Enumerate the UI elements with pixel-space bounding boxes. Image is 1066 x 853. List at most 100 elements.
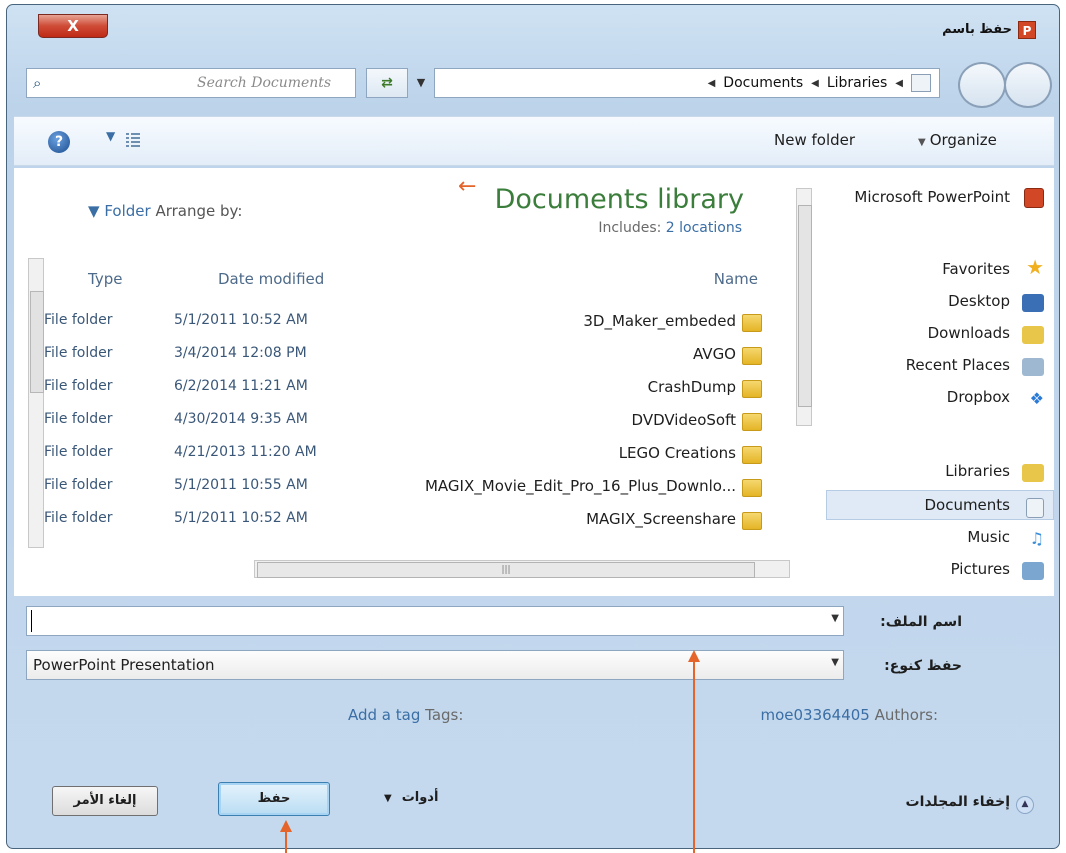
folder-icon xyxy=(742,446,762,464)
folder-icon xyxy=(742,479,762,497)
nav-item-desktop[interactable]: Desktop xyxy=(948,292,1010,310)
scrollbar-thumb[interactable]: ||| xyxy=(257,562,755,578)
close-button[interactable]: X xyxy=(38,14,108,38)
filename-label: اسم الملف: xyxy=(880,614,962,630)
file-type: File folder xyxy=(44,477,113,493)
help-icon[interactable]: ? xyxy=(48,131,70,153)
column-header-type[interactable]: Type xyxy=(88,270,122,288)
scrollbar-thumb[interactable] xyxy=(798,205,812,407)
filename-field[interactable]: ▼ xyxy=(26,606,844,636)
tools-button[interactable]: ▼ أدوات xyxy=(384,790,438,805)
table-row[interactable]: File folder 3/4/2014 12:08 PM AVGO xyxy=(44,341,766,374)
chevron-left-icon[interactable]: ◀ xyxy=(708,78,716,89)
table-row[interactable]: File folder 4/30/2014 9:35 AM DVDVideoSo… xyxy=(44,407,766,440)
file-list: File folder 5/1/2011 10:52 AM 3D_Maker_e… xyxy=(44,308,766,539)
column-header-date-modified[interactable]: Date modified xyxy=(218,270,324,288)
search-placeholder: Search Documents xyxy=(197,75,332,91)
view-options-dropdown[interactable]: ▼ xyxy=(106,129,115,143)
library-title: Documents library xyxy=(494,184,744,215)
chevron-up-icon: ▲ xyxy=(1016,796,1034,814)
includes-label: Includes: xyxy=(598,220,662,236)
table-row[interactable]: File folder 5/1/2011 10:52 AM MAGIX_Scre… xyxy=(44,506,766,539)
authors-label: Authors: xyxy=(874,706,938,724)
authors-value[interactable]: moe03364405 xyxy=(760,706,869,724)
arrange-by-dropdown[interactable]: Folder xyxy=(104,202,150,220)
address-bar[interactable]: ◀ Documents ◀ Libraries ◀ xyxy=(434,68,940,98)
table-row[interactable]: File folder 5/1/2011 10:52 AM 3D_Maker_e… xyxy=(44,308,766,341)
tags-input[interactable]: Add a tag xyxy=(348,706,420,724)
column-header-name[interactable]: Name xyxy=(714,270,758,288)
table-row[interactable]: File folder 5/1/2011 10:55 AM MAGIX_Movi… xyxy=(44,473,766,506)
nav-item-powerpoint[interactable]: Microsoft PowerPoint xyxy=(854,188,1010,206)
table-row[interactable]: File folder 4/21/2013 11:20 AM LEGO Crea… xyxy=(44,440,766,473)
nav-item-music[interactable]: Music xyxy=(967,528,1010,546)
libraries-icon xyxy=(1022,464,1044,482)
organize-label: Organize xyxy=(929,131,997,149)
folder-icon xyxy=(742,314,762,332)
back-button[interactable] xyxy=(1004,62,1052,108)
nav-item-dropbox[interactable]: Dropbox xyxy=(947,388,1010,406)
horizontal-scrollbar[interactable]: ||| xyxy=(254,560,790,578)
file-date: 6/2/2014 11:21 AM xyxy=(174,378,308,394)
organize-button[interactable]: ▼ Organize xyxy=(918,131,997,149)
forward-button[interactable] xyxy=(958,62,1006,108)
nav-item-libraries[interactable]: Libraries xyxy=(945,462,1010,480)
file-type: File folder xyxy=(44,345,113,361)
nav-item-favorites[interactable]: Favorites xyxy=(942,260,1010,278)
vertical-scrollbar[interactable] xyxy=(796,188,812,426)
save-button[interactable]: حفظ xyxy=(218,782,330,816)
address-history-dropdown[interactable]: ▼ xyxy=(410,68,432,98)
new-folder-button[interactable]: New folder xyxy=(774,131,855,149)
chevron-down-icon[interactable]: ▼ xyxy=(831,657,839,668)
breadcrumb-libraries[interactable]: Libraries xyxy=(827,75,887,91)
nav-item-downloads[interactable]: Downloads xyxy=(928,324,1010,342)
desktop-icon xyxy=(1022,294,1044,312)
file-name: 3D_Maker_embeded xyxy=(583,312,736,330)
search-input[interactable]: ⌕ Search Documents xyxy=(26,68,356,98)
star-icon: ★ xyxy=(1026,255,1044,279)
arrow-head xyxy=(280,820,292,832)
column-header-row: Type Date modified Name xyxy=(28,266,758,296)
file-browser: Documents library Includes: 2 locations … xyxy=(14,168,1054,596)
file-type: File folder xyxy=(44,378,113,394)
file-date: 3/4/2014 12:08 PM xyxy=(174,345,307,361)
save-type-select[interactable]: PowerPoint Presentation ▼ xyxy=(26,650,844,680)
folder-icon xyxy=(742,512,762,530)
annotation-arrow-filename xyxy=(688,650,700,853)
file-name: DVDVideoSoft xyxy=(631,411,736,429)
nav-item-documents[interactable]: Documents xyxy=(924,496,1010,514)
library-includes: Includes: 2 locations xyxy=(598,220,742,236)
cancel-button[interactable]: إلغاء الأمر xyxy=(52,786,158,816)
left-scrollbar[interactable] xyxy=(28,258,44,548)
breadcrumb-documents[interactable]: Documents xyxy=(723,75,803,91)
chevron-left-icon[interactable]: ◀ xyxy=(895,78,903,89)
annotation-arrow-save xyxy=(280,820,292,853)
hide-folders-button[interactable]: ▲ إخفاء المجلدات xyxy=(906,794,1034,814)
save-type-label: حفظ كنوع: xyxy=(884,658,962,674)
file-date: 4/21/2013 11:20 AM xyxy=(174,444,317,460)
chevron-down-icon[interactable]: ▼ xyxy=(88,202,100,220)
chevron-left-icon[interactable]: ◀ xyxy=(811,78,819,89)
file-name: AVGO xyxy=(693,345,736,363)
nav-item-pictures[interactable]: Pictures xyxy=(951,560,1010,578)
navigation-buttons xyxy=(958,62,1054,108)
scrollbar-thumb[interactable] xyxy=(30,291,44,393)
dialog-title: حفظ باسم xyxy=(942,22,1012,37)
recent-places-icon xyxy=(1022,358,1044,376)
file-name: MAGIX_Movie_Edit_Pro_16_Plus_Downlo... xyxy=(424,477,736,495)
powerpoint-icon xyxy=(1024,188,1044,208)
refresh-button[interactable]: ⇄ xyxy=(366,68,408,98)
arrange-by-label: Arrange by: xyxy=(155,202,243,220)
hide-folders-label: إخفاء المجلدات xyxy=(905,794,1010,810)
tools-label: أدوات xyxy=(401,790,439,805)
tags-field: Add a tag Tags: xyxy=(348,706,463,724)
view-details-icon[interactable] xyxy=(124,131,142,149)
arrow-line xyxy=(285,832,287,853)
file-date: 5/1/2011 10:52 AM xyxy=(174,312,308,328)
includes-locations-link[interactable]: 2 locations xyxy=(666,220,742,236)
save-type-value: PowerPoint Presentation xyxy=(33,656,215,674)
file-type: File folder xyxy=(44,312,113,328)
chevron-down-icon[interactable]: ▼ xyxy=(831,613,839,624)
table-row[interactable]: File folder 6/2/2014 11:21 AM CrashDump xyxy=(44,374,766,407)
nav-item-recent-places[interactable]: Recent Places xyxy=(906,356,1010,374)
